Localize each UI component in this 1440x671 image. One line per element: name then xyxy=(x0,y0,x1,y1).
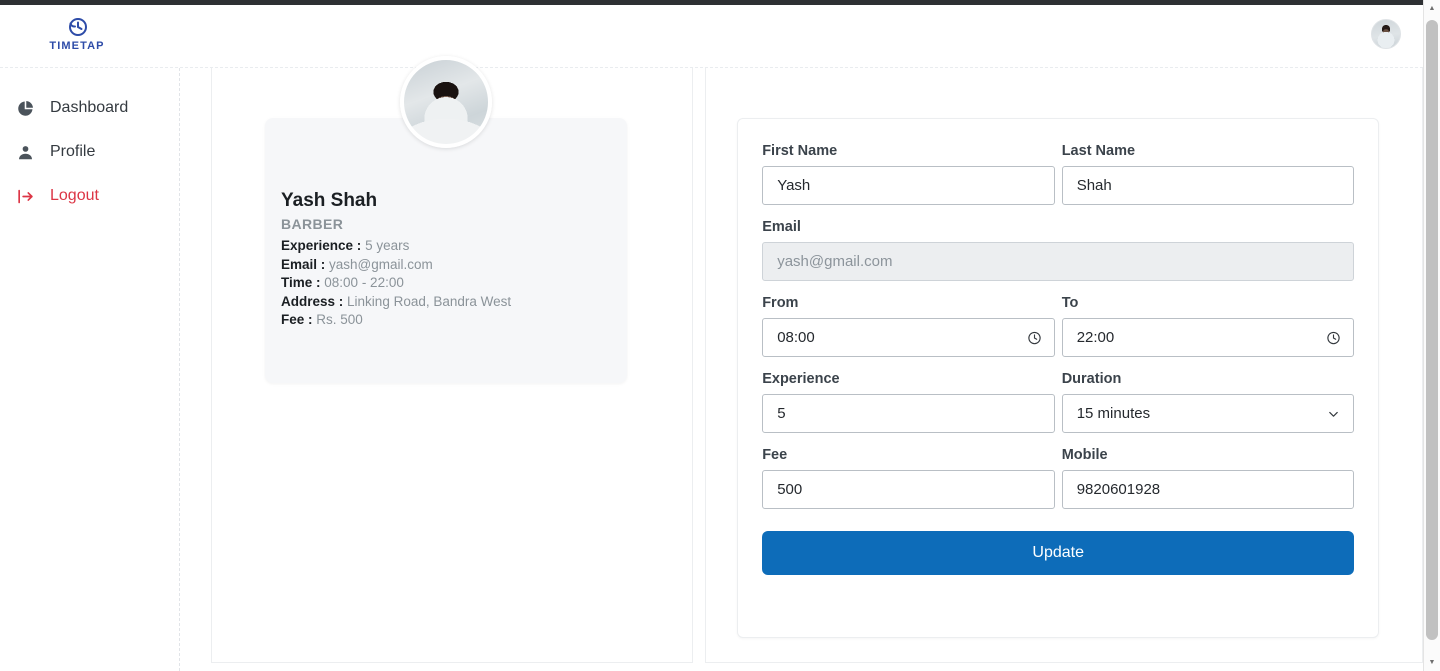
clock-icon xyxy=(1326,330,1341,345)
experience-field-group: Experience 5 xyxy=(762,371,1055,433)
scroll-up-arrow-icon[interactable]: ▲ xyxy=(1424,0,1440,17)
detail-value: Rs. 500 xyxy=(316,312,363,327)
mobile-label: Mobile xyxy=(1061,447,1108,463)
to-field-group: To 22:00 xyxy=(1061,295,1355,357)
logout-icon xyxy=(14,185,36,207)
to-label: To xyxy=(1061,295,1079,311)
to-time-value: 22:00 xyxy=(1076,329,1115,346)
mobile-input[interactable]: 9820601928 xyxy=(1061,470,1355,509)
app-header: TIMETAP xyxy=(0,5,1423,68)
from-time-value: 08:00 xyxy=(777,329,815,346)
duration-label: Duration xyxy=(1061,371,1122,387)
user-icon xyxy=(14,141,36,163)
detail-value: 5 years xyxy=(365,238,410,253)
profile-name: Yash Shah xyxy=(281,190,378,211)
profile-detail-email: Email : yash@gmail.com xyxy=(281,256,613,275)
sidebar-item-profile[interactable]: Profile xyxy=(0,130,179,174)
time-range-row: From 08:00 To 22:00 xyxy=(762,295,1355,357)
brand-name: TIMETAP xyxy=(49,40,105,52)
chevron-down-icon xyxy=(1326,406,1341,421)
pie-chart-icon xyxy=(14,97,36,119)
sidebar-item-dashboard[interactable]: Dashboard xyxy=(0,86,179,130)
detail-value: 08:00 - 22:00 xyxy=(324,275,404,290)
email-row: Email yash@gmail.com xyxy=(762,219,1355,281)
main-content: Yash Shah BARBER Experience : 5 years Em… xyxy=(180,56,1423,671)
detail-label: Experience : xyxy=(281,238,362,253)
email-field-group: Email yash@gmail.com xyxy=(762,219,1355,281)
mobile-field-group: Mobile 9820601928 xyxy=(1061,447,1355,509)
sidebar-item-label: Logout xyxy=(50,187,99,204)
detail-label: Email : xyxy=(281,256,326,272)
duration-select[interactable]: 15 minutes xyxy=(1061,394,1355,433)
fee-input[interactable]: 500 xyxy=(762,470,1055,509)
detail-value: yash@gmail.com xyxy=(329,256,433,272)
detail-label: Time : xyxy=(281,275,321,290)
experience-label: Experience xyxy=(762,371,840,387)
profile-detail-experience: Experience : 5 years xyxy=(281,237,613,256)
profile-card: Yash Shah BARBER Experience : 5 years Em… xyxy=(265,56,627,383)
to-time-input[interactable]: 22:00 xyxy=(1061,318,1355,357)
last-name-input[interactable]: Shah xyxy=(1061,166,1355,205)
last-name-field-group: Last Name Shah xyxy=(1061,143,1355,205)
duration-selected-value: 15 minutes xyxy=(1076,405,1151,422)
clock-icon xyxy=(1027,330,1042,345)
from-field-group: From 08:00 xyxy=(762,295,1055,357)
sidebar-item-label: Dashboard xyxy=(50,99,129,116)
profile-details: Yash Shah BARBER Experience : 5 years Em… xyxy=(281,190,613,330)
email-label: Email xyxy=(762,219,801,235)
profile-form: First Name Yash Last Name Shah Email yas… xyxy=(737,118,1380,638)
first-name-field-group: First Name Yash xyxy=(762,143,1055,205)
profile-role: BARBER xyxy=(281,216,344,232)
first-name-label: First Name xyxy=(762,143,838,159)
detail-value: Linking Road, Bandra West xyxy=(347,293,512,309)
avatar[interactable] xyxy=(1371,19,1401,49)
from-label: From xyxy=(762,295,799,311)
experience-input[interactable]: 5 xyxy=(762,394,1055,433)
brand-logo[interactable]: TIMETAP xyxy=(22,15,132,52)
detail-label: Fee : xyxy=(281,312,313,327)
vertical-scrollbar[interactable]: ▲ ▼ xyxy=(1423,0,1440,671)
first-name-input[interactable]: Yash xyxy=(762,166,1055,205)
duration-field-group: Duration 15 minutes xyxy=(1061,371,1355,433)
app-window: TIMETAP Dashboard Profile Logout Yash Sh… xyxy=(0,5,1423,671)
detail-label: Address : xyxy=(281,293,344,309)
profile-detail-fee: Fee : Rs. 500 xyxy=(281,311,613,330)
experience-duration-row: Experience 5 Duration 15 minutes xyxy=(762,371,1355,433)
last-name-label: Last Name xyxy=(1061,143,1136,159)
update-button[interactable]: Update xyxy=(762,531,1355,575)
sidebar: Dashboard Profile Logout xyxy=(0,68,180,671)
sidebar-item-label: Profile xyxy=(50,143,96,160)
profile-panel: Yash Shah BARBER Experience : 5 years Em… xyxy=(211,56,694,663)
fee-label: Fee xyxy=(762,447,788,463)
scroll-down-arrow-icon[interactable]: ▼ xyxy=(1424,654,1440,671)
sidebar-item-logout[interactable]: Logout xyxy=(0,174,179,218)
email-input: yash@gmail.com xyxy=(762,242,1355,281)
edit-profile-panel: First Name Yash Last Name Shah Email yas… xyxy=(705,68,1423,663)
name-row: First Name Yash Last Name Shah xyxy=(762,143,1355,205)
profile-detail-address: Address : Linking Road, Bandra West xyxy=(281,293,613,312)
profile-detail-time: Time : 08:00 - 22:00 xyxy=(281,274,613,293)
scrollbar-thumb[interactable] xyxy=(1426,20,1438,640)
profile-photo xyxy=(400,56,492,148)
fee-mobile-row: Fee 500 Mobile 9820601928 xyxy=(762,447,1355,509)
from-time-input[interactable]: 08:00 xyxy=(762,318,1055,357)
fee-field-group: Fee 500 xyxy=(762,447,1055,509)
clock-icon xyxy=(65,15,89,39)
